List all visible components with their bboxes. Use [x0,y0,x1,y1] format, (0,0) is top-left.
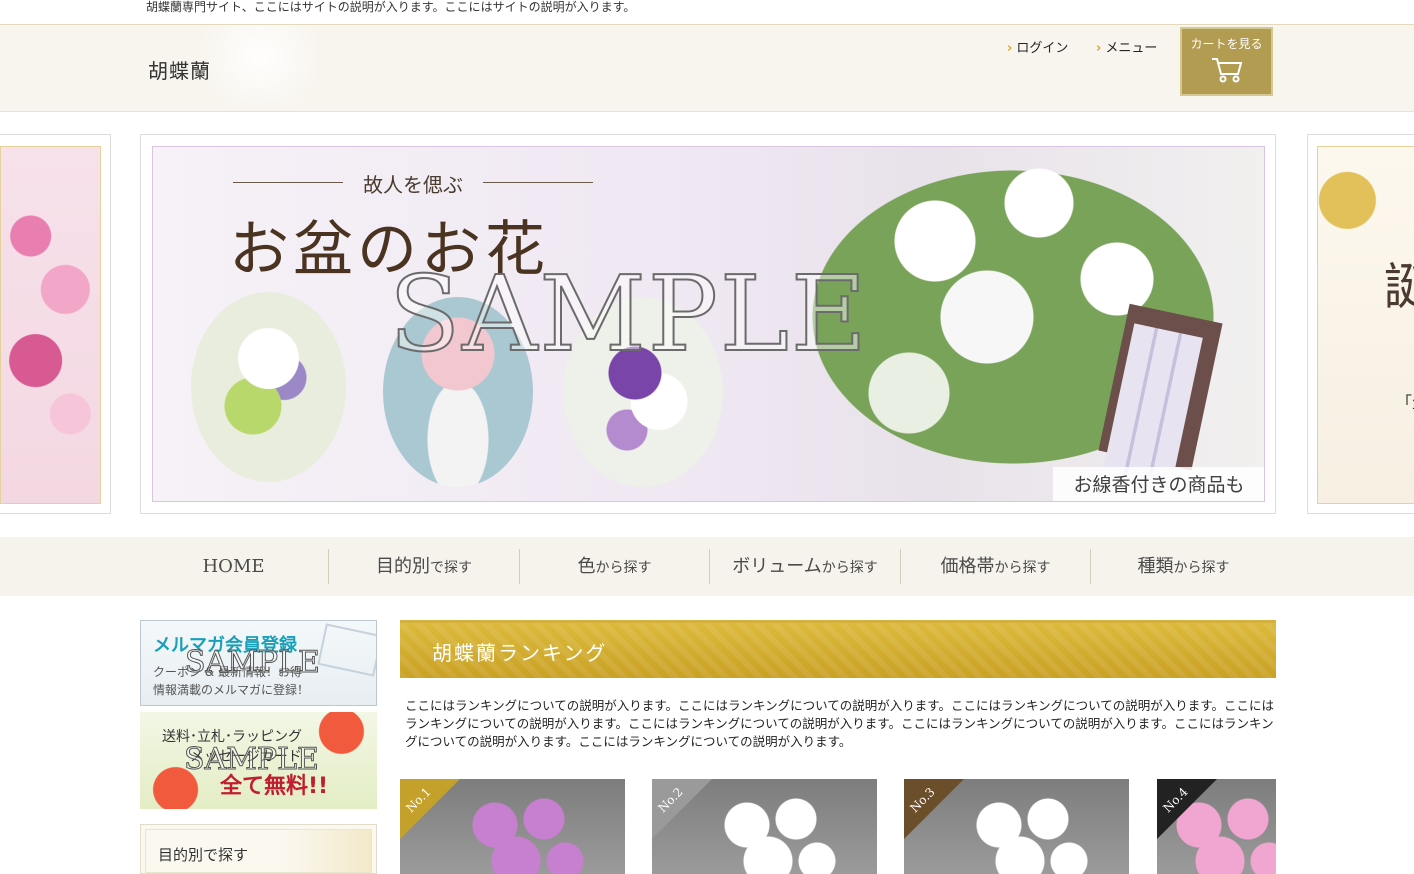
search-by-purpose-heading[interactable]: 目的別で探す [140,824,377,874]
obon-banner: 故人を偲ぶ お盆のお花 お線香付きの商品も [152,146,1265,502]
site-tagline: 胡蝶蘭専門サイト、ここにはサイトの説明が入ります。ここにはサイトの説明が入ります… [146,0,636,14]
next-slide-text: 「生 [1396,393,1414,412]
nav-home-label: HOME [202,556,265,577]
heading-frame: 目的別で探す [145,829,372,873]
envelope-icon [317,623,376,677]
nav-label-main: 種類 [1137,556,1174,577]
nav-label-main: 目的別 [376,556,430,577]
rank-badge-label-wrap: No.2 [652,779,712,839]
nav-by-volume[interactable]: ボリュームから探す [710,537,900,596]
next-slide-image: 誕 「生 [1317,146,1414,504]
nav-label-main: 色 [577,556,596,577]
arrangement-image-preserved [383,297,533,487]
banner-subtitle-text: 故人を偲ぶ [363,173,463,197]
rank-badge-label-wrap: No.3 [904,779,964,839]
menu-link[interactable]: › メニュー [1096,37,1157,56]
nav-label-main: ボリューム [732,556,822,577]
newsletter-line2: 情報満載のメルマガに登録！ [153,683,310,697]
nav-by-type[interactable]: 種類から探す [1091,537,1276,596]
rank-badge-label-wrap: No.1 [400,779,460,839]
arrangement-image-white-lily [191,292,346,482]
arrangement-image-purple [563,297,723,487]
nav-label-sub: から探す [1173,560,1230,576]
sample-watermark: SAMPLE [184,742,320,778]
chevron-right-icon: › [1096,41,1102,56]
ranking-description: ここにはランキングについての説明が入ります。ここにはランキングについての説明が入… [405,698,1275,749]
nav-label-sub: で探す [430,560,472,576]
banner-caption: お線香付きの商品も [1053,467,1264,501]
rank-badge-label: No.2 [655,784,686,816]
cart-label: カートを見る [1190,37,1263,51]
login-label: ログイン [1016,41,1069,56]
rank-badge-label: No.4 [1160,784,1191,816]
orchid-image [956,789,1097,874]
ranking-heading-bar: 胡蝶蘭ランキング [400,620,1276,678]
site-logo[interactable]: 胡蝶蘭 [148,55,211,84]
prev-slide-image [0,146,101,504]
ranking-item[interactable]: No.4 [1157,779,1276,874]
cart-icon [1211,58,1242,83]
global-nav: HOME 目的別で探す 色から探す ボリュームから探す 価格帯から探す 種類から… [0,537,1414,596]
banner-subtitle: 故人を偲ぶ [233,169,593,198]
site-tagline-bar: 胡蝶蘭専門サイト、ここにはサイトの説明が入ります。ここにはサイトの説明が入ります… [0,0,1414,24]
prev-slide[interactable] [0,134,111,514]
chevron-right-icon: › [1007,41,1013,56]
orchid-image [452,789,593,874]
nav-label-main: 価格帯 [940,556,995,577]
next-slide[interactable]: 誕 「生 [1307,134,1414,514]
newsletter-signup-banner[interactable]: メルマガ会員登録 クーポン & 最新情報！お得 情報満載のメルマガに登録！ SA… [140,620,377,706]
menu-label: メニュー [1105,41,1158,56]
sample-watermark: SAMPLE [185,645,321,681]
view-cart-button[interactable]: カートを見る [1180,27,1273,96]
site-header: 胡蝶蘭 › ログイン › メニュー カートを見る [0,24,1414,112]
ranking-item[interactable]: No.3 [904,779,1129,874]
divider [233,182,343,183]
hero-slider: 故人を偲ぶ お盆のお花 お線香付きの商品も SAMPLE 誕 「生 [0,134,1414,516]
nav-home[interactable]: HOME [140,537,327,596]
ranking-item[interactable]: No.1 [400,779,625,874]
login-link[interactable]: › ログイン [1007,37,1068,56]
orchid-image [704,789,845,874]
banner-title: お盆のお花 [229,215,549,285]
ranking-heading: 胡蝶蘭ランキング [432,641,608,665]
nav-by-color[interactable]: 色から探す [520,537,709,596]
nav-by-price[interactable]: 価格帯から探す [901,537,1090,596]
divider [483,182,593,183]
free-services-banner[interactable]: 送料･立札･ラッピング メッセージカード 全て無料!! SAMPLE [140,712,377,809]
rank-badge-label-wrap: No.4 [1157,779,1217,839]
heading-text: 目的別で探す [158,846,249,864]
nav-label-sub: から探す [994,560,1051,576]
rank-badge-label: No.1 [403,784,434,816]
nav-by-purpose[interactable]: 目的別で探す [329,537,519,596]
nav-label-sub: から探す [821,560,878,576]
main-slide[interactable]: 故人を偲ぶ お盆のお花 お線香付きの商品も SAMPLE [140,134,1276,514]
ranking-item[interactable]: No.2 [652,779,877,874]
rank-badge-label: No.3 [907,784,938,816]
next-slide-title: 誕 [1384,247,1414,319]
nav-label-sub: から探す [595,560,652,576]
